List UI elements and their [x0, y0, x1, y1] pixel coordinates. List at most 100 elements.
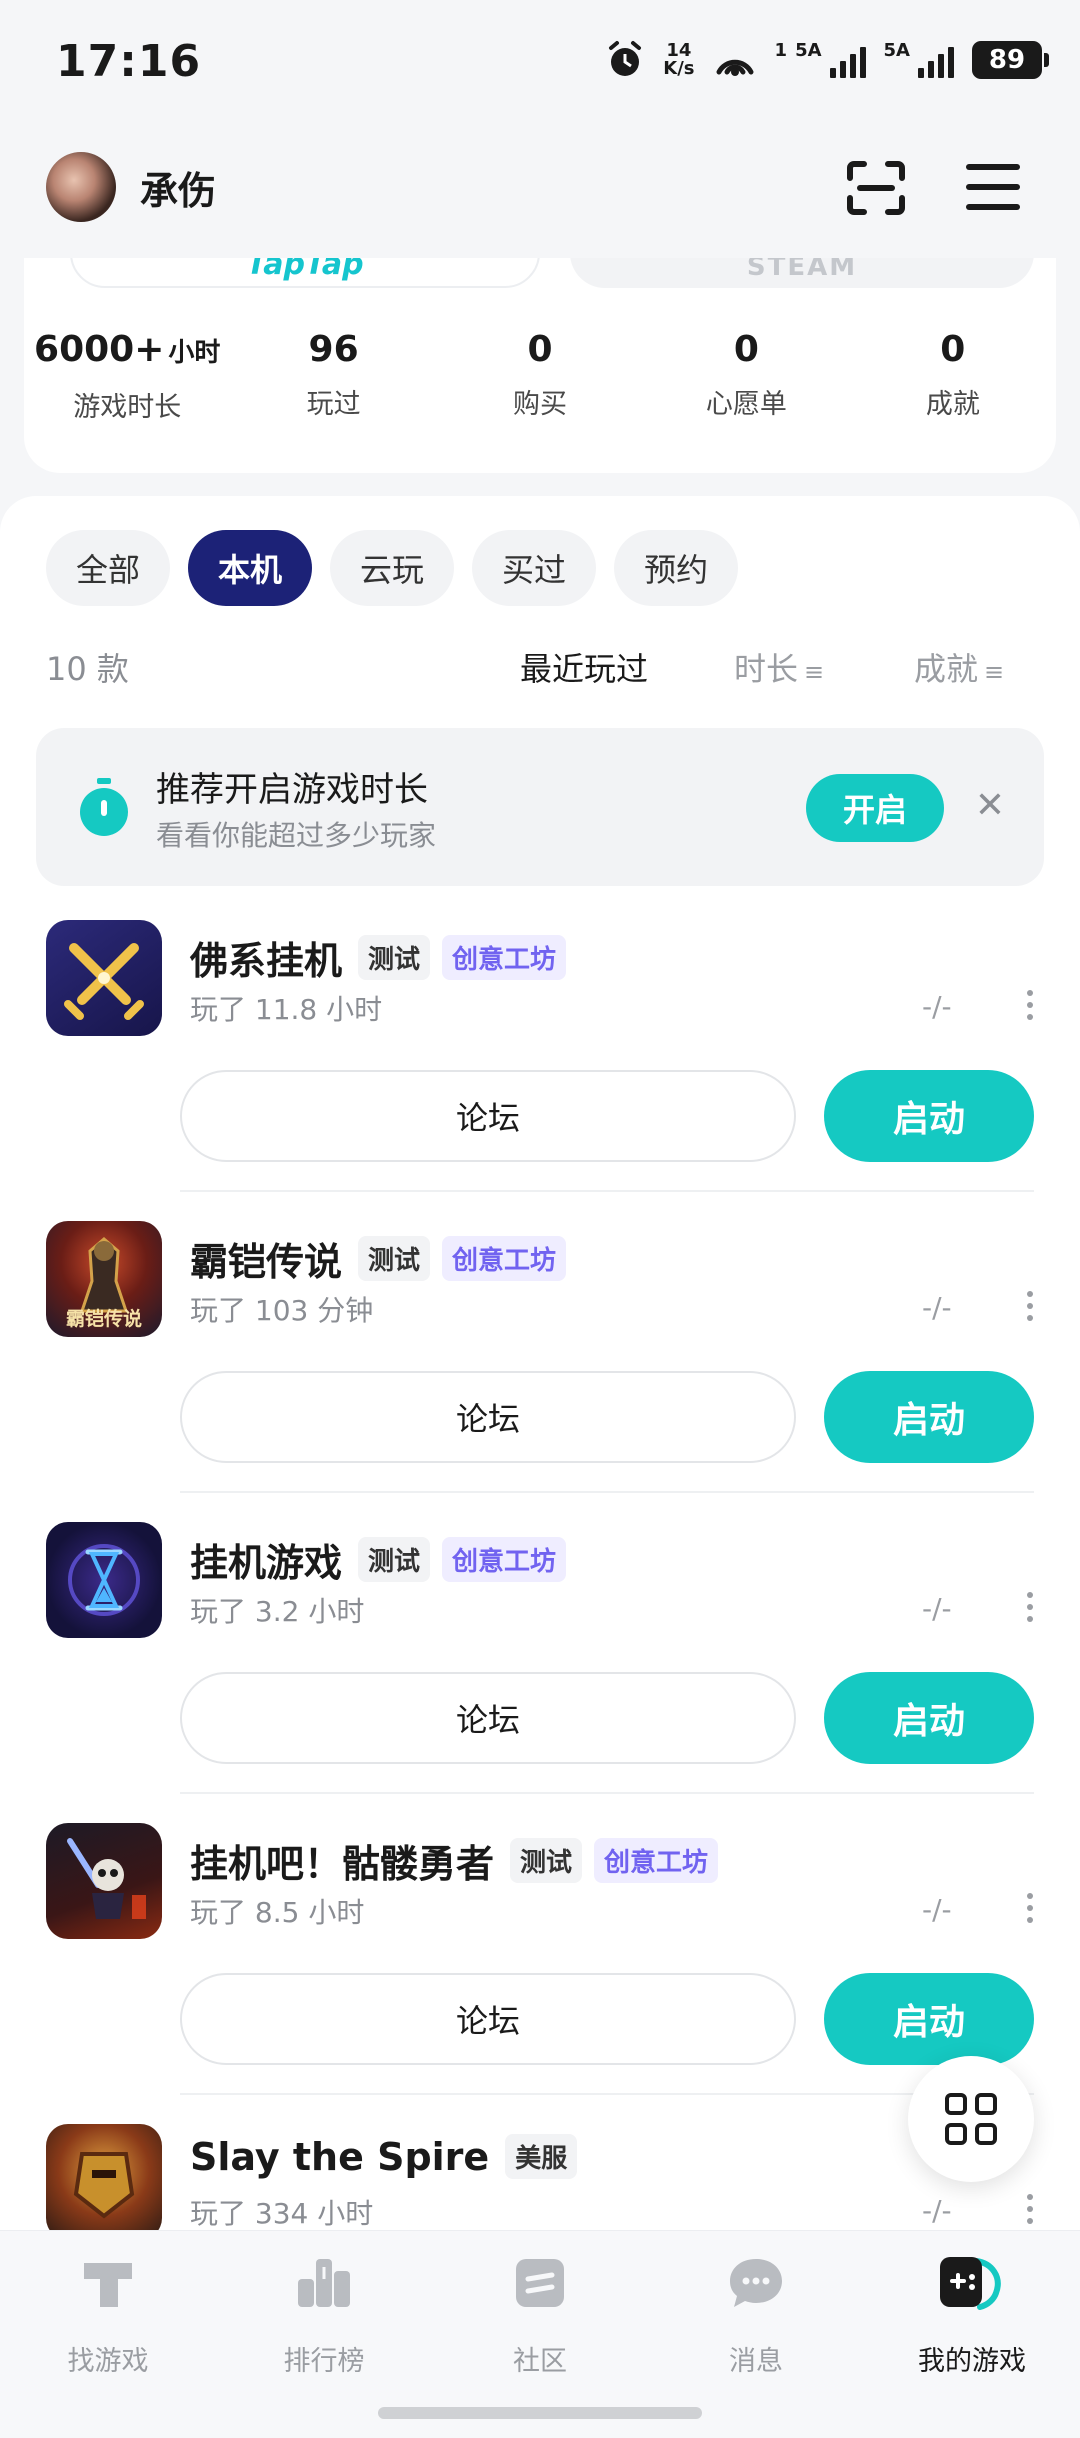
tag-workshop: 创意工坊: [594, 1838, 719, 1883]
stat-achievements[interactable]: 0 成就: [850, 328, 1056, 424]
taptap-logo-icon: [84, 2263, 132, 2307]
tag-test: 测试: [358, 1537, 431, 1582]
hotspot-icon: [716, 59, 754, 76]
game-name: 佛系挂机: [190, 939, 343, 983]
launch-button[interactable]: 启动: [824, 1672, 1034, 1764]
tag-workshop: 创意工坊: [442, 1537, 567, 1582]
game-item[interactable]: 挂机吧！骷髅勇者 测试 创意工坊 玩了 8.5 小时 -/- 论坛 启动: [0, 1823, 1080, 2124]
status-icons: 14 K/s 1 5A 5A 89: [605, 39, 1049, 80]
username[interactable]: 承伤: [140, 160, 216, 215]
game-achievement: -/-: [922, 1291, 952, 1324]
bottom-nav: 找游戏 排行榜 社区 消息 我的游戏: [0, 2230, 1080, 2438]
ranking-icon: [298, 2259, 350, 2307]
sim1-label: 5A: [795, 39, 822, 61]
launch-button[interactable]: 启动: [824, 1973, 1034, 2065]
stat-played[interactable]: 96 玩过: [230, 328, 436, 424]
nav-community[interactable]: 社区: [432, 2253, 648, 2378]
nav-ranking[interactable]: 排行榜: [216, 2253, 432, 2378]
game-count: 10 款: [46, 650, 129, 688]
battery-icon: 89: [972, 41, 1049, 79]
divider: [180, 1792, 1034, 1794]
filter-bought[interactable]: 买过: [472, 530, 597, 606]
forum-button[interactable]: 论坛: [180, 1070, 796, 1162]
scan-icon[interactable]: [846, 160, 906, 216]
nav-find-games[interactable]: 找游戏: [0, 2253, 216, 2378]
more-icon[interactable]: [1024, 1291, 1036, 1321]
more-icon[interactable]: [1024, 1592, 1036, 1622]
filter-cloud[interactable]: 云玩: [330, 530, 455, 606]
forum-button[interactable]: 论坛: [180, 1371, 796, 1463]
stopwatch-icon: [80, 778, 128, 836]
game-playtime: 玩了 8.5 小时: [190, 1896, 365, 1929]
knight-icon[interactable]: 霸铠传说: [46, 1221, 162, 1337]
community-icon: [516, 2259, 564, 2307]
message-icon: [730, 2259, 782, 2307]
tag-test: 测试: [358, 1236, 431, 1281]
avatar[interactable]: [46, 152, 116, 222]
game-name: Slay the Spire: [190, 2134, 490, 2179]
status-time: 17:16: [56, 36, 202, 87]
stat-wishlist[interactable]: 0 心愿单: [643, 328, 849, 424]
sort-icon: ≡: [804, 658, 825, 686]
stats-card: TapTap STEAM 6000+ 小时 游戏时长 96 玩过 0 购买 0 心…: [24, 258, 1056, 473]
tag-workshop: 创意工坊: [442, 1236, 567, 1281]
nav-my-games[interactable]: 我的游戏: [864, 2253, 1080, 2378]
home-indicator[interactable]: [378, 2407, 702, 2419]
profile-header: 承伤: [0, 140, 1080, 260]
signal-icon: [918, 42, 954, 78]
grid-icon[interactable]: [908, 2056, 1034, 2182]
my-games-icon: [940, 2257, 1001, 2310]
more-icon[interactable]: [1024, 1893, 1036, 1923]
skeleton-hero-icon[interactable]: [46, 1823, 162, 1939]
tab-taptap[interactable]: TapTap: [70, 258, 540, 288]
game-name: 挂机吧！骷髅勇者: [190, 1842, 495, 1886]
game-playtime: 玩了 3.2 小时: [190, 1595, 365, 1628]
hourglass-icon[interactable]: [46, 1522, 162, 1638]
game-playtime: 玩了 103 分钟: [190, 1294, 374, 1327]
menu-icon[interactable]: [966, 164, 1020, 210]
game-icon-text: 霸铠传说: [65, 1308, 142, 1330]
close-icon[interactable]: ✕: [970, 784, 1010, 828]
game-name: 挂机游戏: [190, 1541, 343, 1585]
filter-all[interactable]: 全部: [46, 530, 171, 606]
filter-chips: 全部 本机 云玩 买过 预约: [46, 530, 739, 606]
sort-recent[interactable]: 最近玩过: [520, 644, 648, 690]
stat-purchased[interactable]: 0 购买: [437, 328, 643, 424]
filter-local[interactable]: 本机: [188, 530, 313, 606]
forum-button[interactable]: 论坛: [180, 1973, 796, 2065]
tag-test: 测试: [358, 935, 431, 980]
tag-region: 美服: [505, 2134, 578, 2179]
game-name: 霸铠传说: [190, 1240, 343, 1284]
filter-reserved[interactable]: 预约: [614, 530, 739, 606]
game-achievement: -/-: [922, 1592, 952, 1625]
game-list: 佛系挂机 测试 创意工坊 玩了 11.8 小时 -/- 论坛 启动 霸铠传说 霸…: [0, 920, 1080, 2238]
game-achievement: -/-: [922, 1893, 952, 1926]
sim2-label: 5A: [883, 39, 910, 61]
game-playtime: 玩了 11.8 小时: [190, 993, 383, 1026]
game-library: 全部 本机 云玩 买过 预约 10 款 最近玩过 时长 ≡ 成就 ≡ 推荐开启游戏时…: [0, 496, 1080, 2238]
game-playtime: 玩了 334 小时: [190, 2197, 374, 2230]
forum-button[interactable]: 论坛: [180, 1672, 796, 1764]
launch-button[interactable]: 启动: [824, 1070, 1034, 1162]
more-icon[interactable]: [1024, 990, 1036, 1020]
game-item[interactable]: 佛系挂机 测试 创意工坊 玩了 11.8 小时 -/- 论坛 启动: [0, 920, 1080, 1221]
nav-messages[interactable]: 消息: [648, 2253, 864, 2378]
recommend-title: 推荐开启游戏时长: [156, 770, 428, 810]
game-item[interactable]: 霸铠传说 霸铠传说 测试 创意工坊 玩了 103 分钟 -/- 论坛 启动: [0, 1221, 1080, 1522]
game-item[interactable]: 挂机游戏 测试 创意工坊 玩了 3.2 小时 -/- 论坛 启动: [0, 1522, 1080, 1823]
hotspot-count: 1: [774, 39, 788, 61]
ironclad-icon[interactable]: [46, 2124, 162, 2238]
stat-playtime[interactable]: 6000+ 小时 游戏时长: [24, 328, 230, 424]
launch-button[interactable]: 启动: [824, 1371, 1034, 1463]
platform-tabs: TapTap STEAM: [70, 258, 1034, 294]
alarm-icon: [609, 41, 642, 76]
tag-test: 测试: [510, 1838, 583, 1883]
divider: [180, 1190, 1034, 1192]
crossed-swords-icon[interactable]: [46, 920, 162, 1036]
enable-playtime-button[interactable]: 开启: [806, 774, 944, 842]
more-icon[interactable]: [1024, 2194, 1036, 2224]
sort-achievement[interactable]: 成就 ≡: [914, 644, 1004, 690]
game-achievement: -/-: [922, 990, 952, 1023]
tab-steam[interactable]: STEAM: [570, 258, 1034, 288]
sort-duration[interactable]: 时长 ≡: [734, 644, 824, 690]
